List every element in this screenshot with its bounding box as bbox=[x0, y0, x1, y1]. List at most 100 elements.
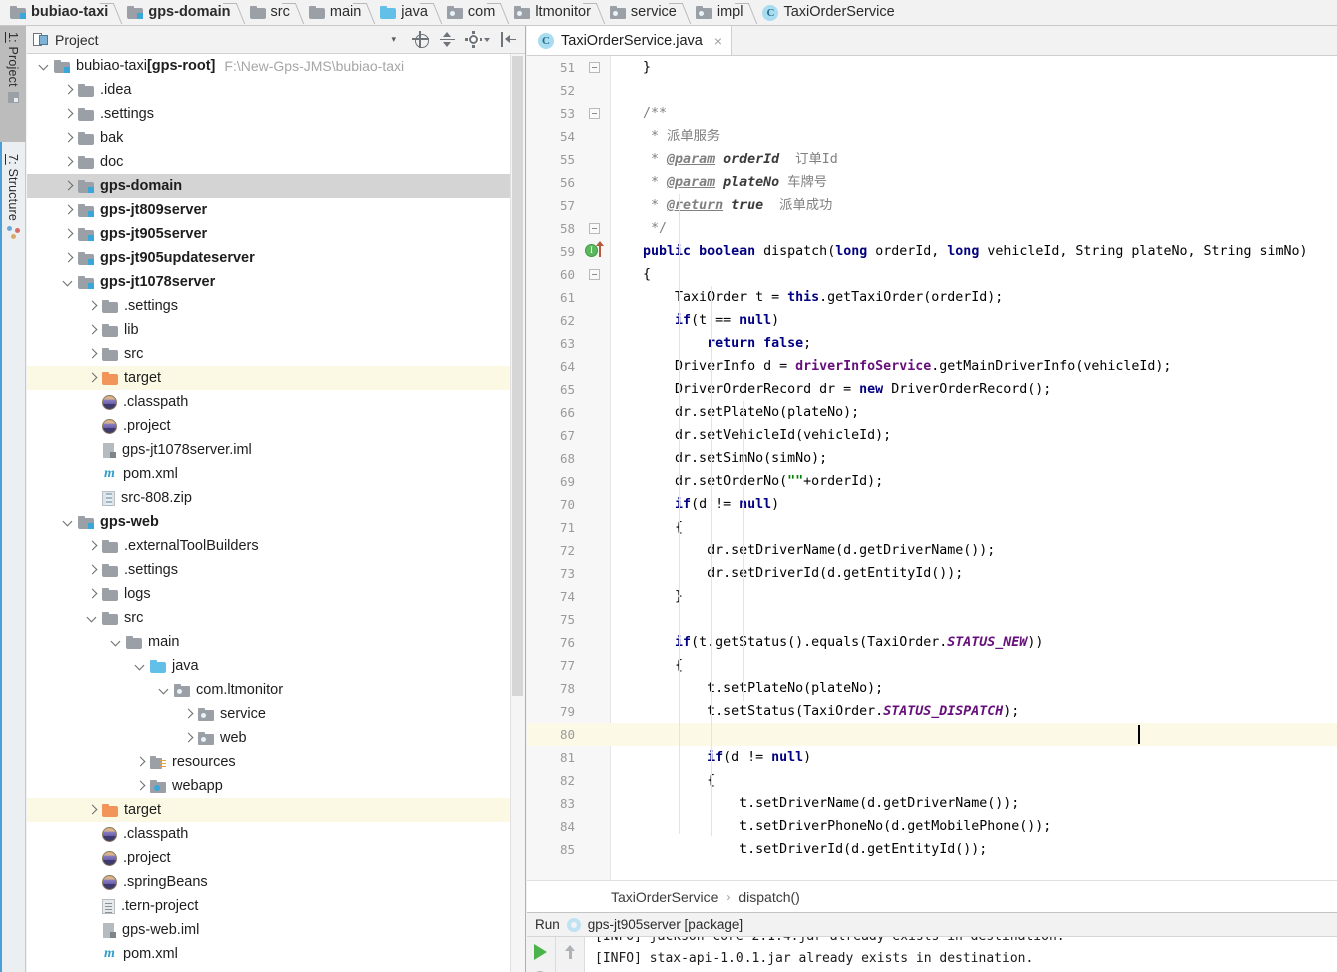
code-line[interactable]: 65 DriverOrderRecord dr = new DriverOrde… bbox=[527, 378, 1337, 401]
breadcrumb-item-com[interactable]: com bbox=[437, 0, 504, 25]
tree-twisty-right[interactable] bbox=[85, 539, 99, 553]
tree-twisty-down[interactable] bbox=[37, 59, 51, 73]
tree-node[interactable]: .springBeans bbox=[27, 870, 511, 894]
tree-node[interactable]: gps-jt905updateserver bbox=[27, 246, 511, 270]
tool-tab-structure[interactable]: 7: Structure bbox=[0, 148, 26, 278]
tree-node[interactable]: .idea bbox=[27, 78, 511, 102]
tree-twisty-down[interactable] bbox=[133, 659, 147, 673]
code-line[interactable]: 79 t.setStatus(TaxiOrder.STATUS_DISPATCH… bbox=[527, 700, 1337, 723]
code-line[interactable]: 83 t.setDriverName(d.getDriverName()); bbox=[527, 792, 1337, 815]
project-tree-scrollbar[interactable] bbox=[510, 54, 525, 972]
breadcrumb-item-src[interactable]: src bbox=[240, 0, 299, 25]
tree-node[interactable]: .project bbox=[27, 414, 511, 438]
code-line[interactable]: 60 { bbox=[527, 263, 1337, 286]
tree-twisty-right[interactable] bbox=[61, 107, 75, 121]
project-tree-scrollbar-thumb[interactable] bbox=[512, 56, 523, 696]
tree-node[interactable]: com.ltmonitor bbox=[27, 678, 511, 702]
tree-node[interactable]: web bbox=[27, 726, 511, 750]
code-line[interactable]: 71 { bbox=[527, 516, 1337, 539]
code-line[interactable]: 70 if(d != null) bbox=[527, 493, 1337, 516]
breadcrumb-item-taxiorderservice[interactable]: C TaxiOrderService bbox=[752, 0, 903, 25]
tree-twisty-right[interactable] bbox=[85, 803, 99, 817]
code-line[interactable]: 59 I public boolean dispatch(long orderId… bbox=[527, 240, 1337, 263]
breadcrumb-item-gps-domain[interactable]: gps-domain bbox=[117, 0, 239, 25]
editor-tab-taxiorderservice[interactable]: C TaxiOrderService.java × bbox=[527, 26, 733, 55]
run-console-output[interactable]: [INFO] jackson-core-2.1.4.jar already ex… bbox=[585, 937, 1337, 972]
tree-node[interactable]: target bbox=[27, 798, 511, 822]
tree-twisty-right[interactable] bbox=[85, 347, 99, 361]
breadcrumb-item-impl[interactable]: impl bbox=[686, 0, 753, 25]
code-line[interactable]: 76 if(t.getStatus().equals(TaxiOrder.STA… bbox=[527, 631, 1337, 654]
tree-twisty-down[interactable] bbox=[85, 611, 99, 625]
code-line[interactable]: 80 bbox=[527, 723, 1337, 746]
tree-node[interactable]: .settings bbox=[27, 102, 511, 126]
code-line[interactable]: 84 t.setDriverPhoneNo(d.getMobilePhone()… bbox=[527, 815, 1337, 838]
code-line[interactable]: 67 dr.setVehicleId(vehicleId); bbox=[527, 424, 1337, 447]
code-line[interactable]: 78 t.setPlateNo(plateNo); bbox=[527, 677, 1337, 700]
tree-twisty-right[interactable] bbox=[181, 731, 195, 745]
tree-twisty-right[interactable] bbox=[61, 179, 75, 193]
tree-node[interactable]: gps-web bbox=[27, 510, 511, 534]
code-line[interactable]: 57 * @return true 派单成功 bbox=[527, 194, 1337, 217]
code-line[interactable]: 68 dr.setSimNo(simNo); bbox=[527, 447, 1337, 470]
code-line[interactable]: 51 } bbox=[527, 56, 1337, 79]
play-icon[interactable] bbox=[534, 944, 547, 960]
tree-node[interactable]: .externalToolBuilders bbox=[27, 534, 511, 558]
tree-node[interactable]: gps-jt905server bbox=[27, 222, 511, 246]
tree-node[interactable]: webapp bbox=[27, 774, 511, 798]
run-configuration-name[interactable]: gps-jt905server [package] bbox=[588, 917, 743, 932]
code-line[interactable]: 62 if(t == null) bbox=[527, 309, 1337, 332]
tree-node[interactable]: gps-jt809server bbox=[27, 198, 511, 222]
tree-node[interactable]: .settings bbox=[27, 294, 511, 318]
breadcrumb-item-main[interactable]: main bbox=[299, 0, 370, 25]
tree-twisty-down[interactable] bbox=[157, 683, 171, 697]
tree-twisty-right[interactable] bbox=[61, 251, 75, 265]
code-line[interactable]: 52 bbox=[527, 79, 1337, 102]
hide-panel-button[interactable] bbox=[500, 31, 517, 48]
code-line[interactable]: 85 t.setDriverId(d.getEntityId()); bbox=[527, 838, 1337, 861]
collapse-all-button[interactable] bbox=[439, 31, 456, 48]
code-line[interactable]: 54 * 派单服务 bbox=[527, 125, 1337, 148]
fold-end-icon[interactable] bbox=[589, 62, 600, 73]
code-line[interactable]: 72 dr.setDriverName(d.getDriverName()); bbox=[527, 539, 1337, 562]
tree-node[interactable]: gps-jt1078server.iml bbox=[27, 438, 511, 462]
fold-start-icon[interactable] bbox=[589, 269, 600, 280]
tree-twisty-right[interactable] bbox=[181, 707, 195, 721]
tree-node[interactable]: bubiao-taxi [gps-root] F:\New-Gps-JMS\bub… bbox=[27, 54, 511, 78]
code-line[interactable]: 64 DriverInfo d = driverInfoService.getM… bbox=[527, 355, 1337, 378]
tree-node[interactable]: doc bbox=[27, 150, 511, 174]
locate-in-tree-button[interactable] bbox=[412, 31, 429, 48]
tree-twisty-right[interactable] bbox=[85, 323, 99, 337]
breadcrumb-class[interactable]: TaxiOrderService bbox=[611, 889, 718, 905]
tree-node[interactable]: m pom.xml bbox=[27, 462, 511, 486]
tree-node[interactable]: bak bbox=[27, 126, 511, 150]
code-line[interactable]: 81 if(d != null) bbox=[527, 746, 1337, 769]
tree-twisty-right[interactable] bbox=[133, 779, 147, 793]
code-line[interactable]: 61 TaxiOrder t = this.getTaxiOrder(order… bbox=[527, 286, 1337, 309]
code-line[interactable]: 56 * @param plateNo 车牌号 bbox=[527, 171, 1337, 194]
tree-node[interactable]: target bbox=[27, 366, 511, 390]
breadcrumb-method[interactable]: dispatch() bbox=[738, 889, 799, 905]
tree-twisty-right[interactable] bbox=[85, 371, 99, 385]
tree-node[interactable]: gps-web.iml bbox=[27, 918, 511, 942]
tree-twisty-right[interactable] bbox=[85, 299, 99, 313]
tree-node[interactable]: java bbox=[27, 654, 511, 678]
fold-start-icon[interactable] bbox=[589, 108, 600, 119]
code-line[interactable]: 58 */ bbox=[527, 217, 1337, 240]
tree-twisty-right[interactable] bbox=[61, 131, 75, 145]
code-line[interactable]: 77 { bbox=[527, 654, 1337, 677]
tree-node[interactable]: gps-domain bbox=[27, 174, 511, 198]
code-line[interactable]: 63 return false; bbox=[527, 332, 1337, 355]
tree-node[interactable]: resources bbox=[27, 750, 511, 774]
breadcrumb-item-java[interactable]: java bbox=[370, 0, 437, 25]
tree-node[interactable]: .project bbox=[27, 846, 511, 870]
tool-tab-project[interactable]: 1: Project bbox=[0, 26, 26, 142]
tree-node[interactable]: lib bbox=[27, 318, 511, 342]
tree-node[interactable]: .settings bbox=[27, 558, 511, 582]
chevron-down-icon[interactable]: ▾ bbox=[391, 34, 396, 45]
tree-node[interactable]: src bbox=[27, 606, 511, 630]
code-line[interactable]: 55 * @param orderId 订单Id bbox=[527, 148, 1337, 171]
tree-twisty-right[interactable] bbox=[133, 755, 147, 769]
code-editor[interactable]: 51 } 52 53 /** 54 * 派单服务 55 * @param orderId… bbox=[527, 56, 1337, 880]
breadcrumb-item-ltmonitor[interactable]: ltmonitor bbox=[504, 0, 600, 25]
